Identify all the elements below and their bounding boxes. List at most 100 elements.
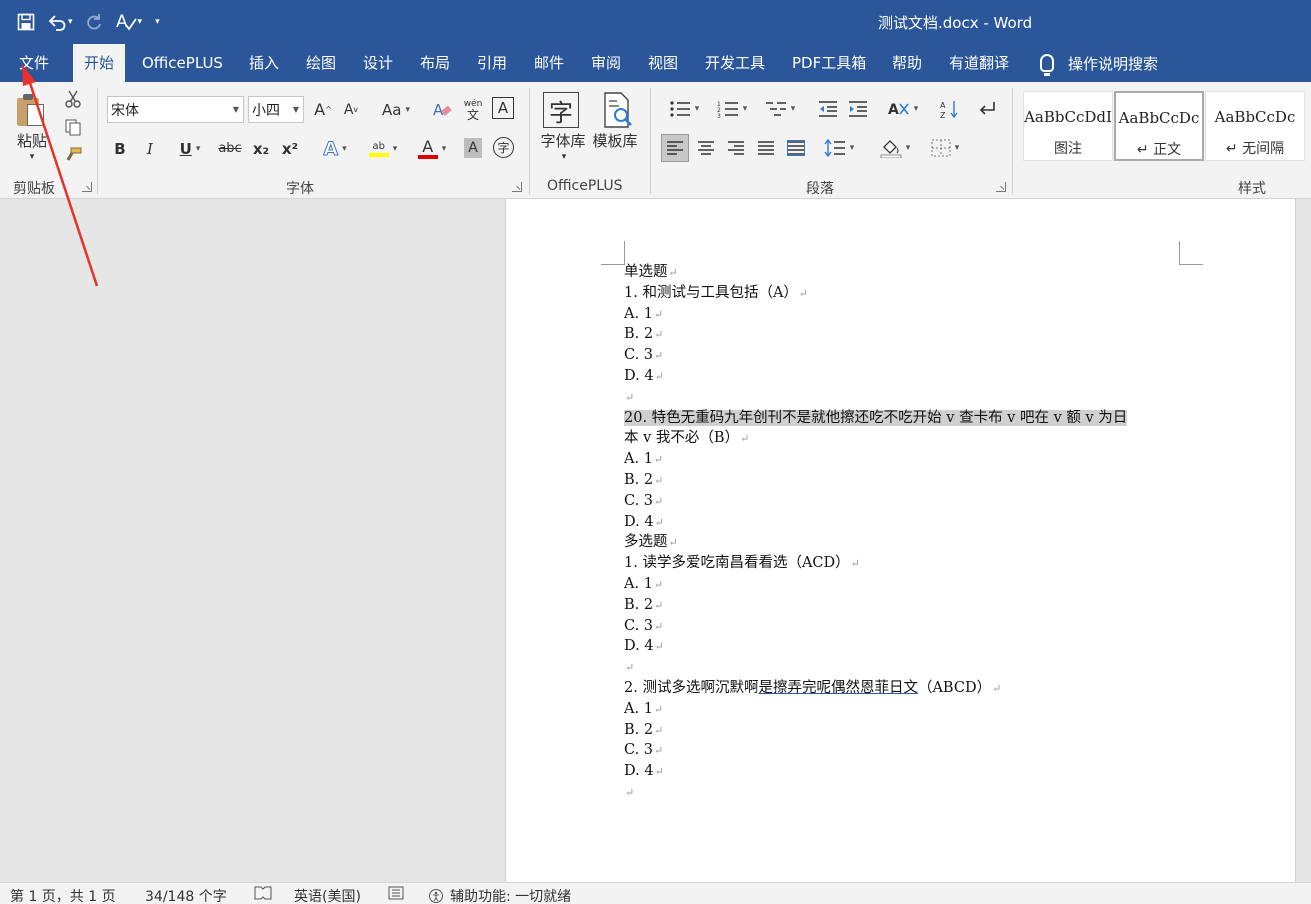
font-launcher-icon[interactable] [512, 182, 522, 192]
svg-text:A: A [940, 101, 946, 110]
paste-dropdown-chevron-icon[interactable]: ▾ [27, 150, 37, 164]
borders-button[interactable]: ▾ [924, 134, 966, 162]
proofing-icon[interactable] [254, 886, 272, 900]
tell-me-search[interactable]: 操作说明搜索 [1040, 44, 1158, 82]
tab-home[interactable]: 开始 [73, 44, 126, 82]
align-center-icon[interactable] [692, 134, 720, 162]
decrease-indent-icon[interactable] [816, 96, 840, 122]
copy-icon[interactable] [62, 116, 84, 138]
doc-line: C. 3↵ [624, 347, 664, 364]
svg-text:A: A [888, 102, 899, 118]
tab-developer[interactable]: 开发工具 [694, 44, 776, 82]
change-case-button[interactable]: Aa ▾ [378, 96, 414, 123]
doc-line: A. 1↵ [624, 700, 664, 717]
tell-me-label: 操作说明搜索 [1068, 54, 1159, 73]
save-icon[interactable] [14, 9, 38, 35]
paste-icon[interactable] [17, 94, 47, 128]
justify-icon[interactable] [752, 134, 780, 162]
language-status[interactable]: 英语(美国) [294, 886, 361, 904]
template-library-button[interactable]: 模板库 [590, 130, 640, 150]
tab-view[interactable]: 视图 [637, 44, 689, 82]
phonetic-guide-button[interactable]: wén 文 [461, 96, 485, 123]
doc-line: ↵ [625, 390, 635, 404]
tab-insert[interactable]: 插入 [238, 44, 290, 82]
document-page[interactable]: 单选题↵ 1. 和测试与工具包括（A）↵ A. 1↵ B. 2↵ C. 3↵ D… [505, 199, 1296, 882]
shrink-font-button[interactable]: Av [341, 96, 361, 123]
character-shading-button[interactable]: A [464, 138, 482, 158]
doc-line: ↵ [625, 661, 635, 675]
style-no-spacing[interactable]: AaBbCcDc ↵ 无间隔 [1205, 91, 1305, 161]
style-normal[interactable]: AaBbCcDc ↵ 正文 [1114, 91, 1204, 161]
multilevel-list-button[interactable]: ▾ [760, 96, 800, 122]
numbering-button[interactable]: 1 2 3 ▾ [712, 96, 752, 122]
shading-button[interactable]: ▾ [874, 134, 916, 162]
tab-design[interactable]: 设计 [352, 44, 404, 82]
align-left-button[interactable] [661, 134, 689, 162]
highlight-color-button[interactable]: ab ▾ [362, 136, 404, 161]
page-count-status[interactable]: 第 1 页，共 1 页 [10, 886, 116, 904]
tab-draw[interactable]: 绘图 [295, 44, 347, 82]
doc-line: C. 3↵ [624, 742, 664, 759]
accessibility-icon [429, 889, 443, 903]
align-right-icon[interactable] [722, 134, 750, 162]
group-separator [97, 88, 98, 194]
distributed-icon[interactable] [782, 134, 810, 162]
clipboard-launcher-icon[interactable] [82, 182, 92, 192]
italic-button[interactable]: I [140, 136, 160, 161]
clear-formatting-icon[interactable]: A [432, 96, 454, 123]
tab-youdao[interactable]: 有道翻译 [938, 44, 1020, 82]
document-body[interactable]: 单选题↵ 1. 和测试与工具包括（A）↵ A. 1↵ B. 2↵ C. 3↵ D… [624, 262, 1184, 803]
template-library-icon[interactable] [600, 90, 636, 130]
lightbulb-icon [1040, 54, 1054, 76]
group-separator [650, 88, 651, 194]
asian-layout-button[interactable]: A ▾ [884, 96, 922, 122]
subscript-button[interactable]: x₂ [250, 136, 272, 161]
font-library-button[interactable]: 字体库 [538, 130, 588, 150]
svg-text:A: A [433, 101, 444, 119]
superscript-button[interactable]: x² [279, 136, 301, 161]
vertical-scrollbar[interactable] [1298, 199, 1311, 882]
character-border-button[interactable]: A [492, 97, 514, 119]
line-spacing-button[interactable]: ▾ [818, 134, 860, 162]
sort-icon[interactable]: AZ [938, 96, 962, 122]
customize-icon[interactable]: ▾ [151, 9, 163, 35]
font-color-icon: A [417, 138, 438, 159]
increase-indent-icon[interactable] [846, 96, 870, 122]
macro-recording-icon[interactable] [388, 886, 404, 900]
font-size-dropdown[interactable]: 小四 ▼ [248, 96, 304, 123]
chevron-down-icon[interactable]: ▾ [558, 150, 570, 164]
tab-file[interactable]: 文件 [8, 44, 60, 82]
font-color-button[interactable]: A ▾ [412, 136, 452, 161]
text-effects-icon: A [323, 137, 339, 160]
font-name-dropdown[interactable]: 宋体 ▼ [107, 96, 244, 123]
redo-icon[interactable] [82, 9, 106, 35]
cut-icon[interactable] [62, 88, 84, 110]
spelling-icon[interactable]: A ▾ [112, 9, 146, 35]
tab-review[interactable]: 审阅 [580, 44, 632, 82]
underline-button[interactable]: U ▾ [170, 136, 210, 161]
tab-mailings[interactable]: 邮件 [523, 44, 575, 82]
paste-button[interactable]: 粘贴 [12, 130, 52, 150]
bold-button[interactable]: B [110, 136, 130, 161]
style-caption[interactable]: AaBbCcDdI 图注 [1023, 91, 1113, 161]
format-painter-icon[interactable] [62, 144, 84, 166]
accessibility-status[interactable]: 辅助功能: 一切就绪 [428, 886, 571, 904]
font-library-icon[interactable]: 字 [543, 92, 579, 128]
tab-pdf-toolbox[interactable]: PDF工具箱 [781, 44, 877, 82]
enclose-characters-button[interactable]: 字 [493, 137, 514, 158]
tab-references[interactable]: 引用 [466, 44, 518, 82]
doc-line: B. 2↵ [624, 326, 664, 343]
show-formatting-marks-icon[interactable] [974, 96, 998, 122]
undo-icon[interactable]: ▾ [44, 9, 76, 35]
doc-line: 单选题↵ [624, 264, 678, 280]
tab-layout[interactable]: 布局 [409, 44, 461, 82]
group-separator [529, 88, 530, 194]
tab-help[interactable]: 帮助 [881, 44, 933, 82]
tab-officeplus[interactable]: OfficePLUS [131, 44, 234, 82]
text-effects-button[interactable]: A ▾ [316, 136, 354, 161]
strikethrough-button[interactable]: abc [216, 136, 244, 161]
grow-font-button[interactable]: A ^ [313, 96, 333, 123]
word-count-status[interactable]: 34/148 个字 [145, 886, 227, 904]
paragraph-launcher-icon[interactable] [996, 182, 1006, 192]
bullets-button[interactable]: ▾ [664, 96, 704, 122]
